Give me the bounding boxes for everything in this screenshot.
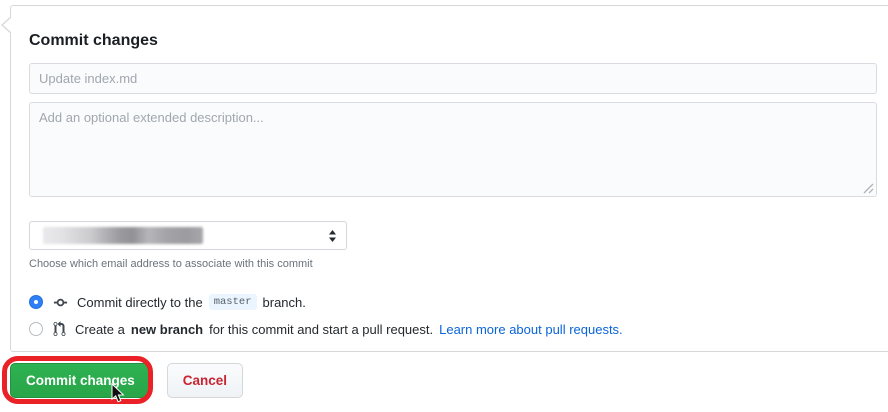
page-title: Commit changes <box>29 32 877 50</box>
option-commit-direct: Commit directly to the master branch. <box>29 294 877 310</box>
commit-button[interactable]: Commit changes <box>10 363 151 398</box>
action-buttons: Commit changes Cancel <box>10 363 243 398</box>
redacted-email-value <box>43 227 203 244</box>
option-text: branch. <box>263 295 306 310</box>
option-create-branch: Create a new branch for this commit and … <box>29 321 877 337</box>
cancel-button[interactable]: Cancel <box>167 363 243 398</box>
email-select[interactable] <box>29 221 347 250</box>
option-text: Create a <box>75 322 125 337</box>
git-pull-request-icon <box>53 321 66 337</box>
commit-options: Commit directly to the master branch. Cr… <box>29 294 877 337</box>
resize-handle-icon[interactable] <box>863 183 874 194</box>
branch-badge: master <box>209 294 257 310</box>
learn-more-link[interactable]: Learn more about pull requests. <box>439 322 623 337</box>
option-text-bold: new branch <box>131 322 203 337</box>
git-commit-icon <box>53 295 68 310</box>
option-text: for this commit and start a pull request… <box>209 322 433 337</box>
email-helper-text: Choose which email address to associate … <box>29 258 877 270</box>
radio-create-branch[interactable] <box>29 322 43 336</box>
option-text: Commit directly to the <box>77 295 203 310</box>
commit-description-wrap <box>29 102 877 197</box>
commit-summary-input[interactable] <box>29 63 877 94</box>
radio-commit-direct[interactable] <box>29 295 43 309</box>
commit-form: Commit changes Choose which email addres… <box>10 5 888 352</box>
commit-description-textarea[interactable] <box>29 102 877 197</box>
updown-arrows-icon <box>328 230 337 242</box>
